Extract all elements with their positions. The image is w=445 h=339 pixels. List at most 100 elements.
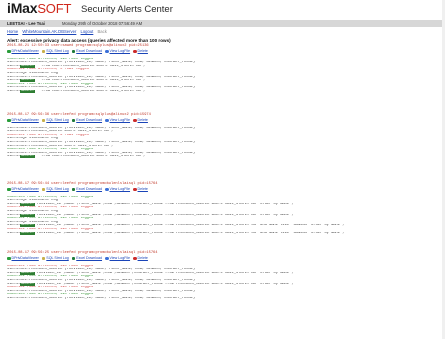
view-logfile-button[interactable]: View LogFile	[105, 186, 131, 192]
sql-keyword-highlight: SELECT	[20, 89, 35, 93]
log-line-text: * from HNO.PROVIDER_MASTER where MAIL_ST…	[34, 155, 146, 159]
log-line: SID=1=SELECT * from HNO.PROVIDER_MASTER …	[7, 89, 443, 94]
alert-entry: 2015-08-21 12:50:33 user=sawed program=s…	[7, 44, 443, 114]
dl-icon	[7, 118, 11, 123]
sql-icon	[41, 118, 46, 123]
alert-entry: 2015-08-17 09:56:44 user=leefed program=…	[7, 182, 443, 252]
app-header: iMaxSOFT Security Alerts Center	[0, 0, 445, 20]
download-button[interactable]: DPrivDataViewer	[7, 117, 39, 123]
sql-log-button-label: SQL Stmt Log	[46, 186, 69, 191]
view-icon	[105, 118, 109, 123]
xl-icon	[71, 256, 76, 261]
nav-bar: Home WhiteMountain.AK.DBServer Logout Ba…	[0, 28, 445, 35]
log-line-prefix: SID=1=	[7, 282, 21, 286]
nav-logout-link[interactable]: Logout	[81, 29, 94, 34]
view-icon	[105, 49, 109, 54]
excel-download-button-label: Excel Download	[76, 48, 103, 53]
log-line-text: PROVIDER_ID ,NAME ,FIRST_NAME ,DOB ,GEND…	[34, 231, 345, 235]
log-line: SID=1=SELECT * from HNO.PROVIDER_MASTER …	[7, 155, 443, 159]
excel-download-button-label: Excel Download	[76, 255, 103, 260]
download-button-label: DPrivDataViewer	[11, 255, 39, 260]
excel-download-button[interactable]: Excel Download	[71, 186, 103, 192]
app-title: Security Alerts Center	[81, 4, 173, 15]
xl-icon	[71, 118, 76, 123]
dl-icon	[7, 187, 11, 192]
log-line: SID=1=SELECT PROVIDER_ID ,NAME ,FIRST_NA…	[7, 231, 443, 236]
alert-entry: 2015-08-17 09:56:25 user=leefed program=…	[7, 251, 443, 321]
log-line-prefix: SID=1=	[7, 271, 21, 275]
excel-download-button[interactable]: Excel Download	[71, 255, 103, 261]
del-icon	[133, 118, 137, 123]
download-button[interactable]: DPrivDataViewer	[7, 255, 39, 261]
del-icon	[133, 187, 137, 192]
dl-icon	[7, 49, 11, 54]
view-logfile-button[interactable]: View LogFile	[105, 48, 131, 54]
log-line-text: * from HNO.PROVIDER_MASTER where MAIL_ST…	[34, 64, 146, 68]
sql-log-button[interactable]: SQL Stmt Log	[41, 255, 69, 261]
sql-keyword-highlight: SELECT	[20, 224, 35, 228]
log-line-prefix: SID=1=	[7, 64, 21, 68]
view-logfile-button-label: View LogFile	[109, 255, 131, 260]
delete-button-label: Delete	[137, 48, 148, 53]
download-button-label: DPrivDataViewer	[11, 48, 39, 53]
sql-keyword-highlight: SELECT	[20, 271, 35, 275]
excel-download-button[interactable]: Excel Download	[71, 117, 103, 123]
sql-keyword-highlight: SELECT	[20, 202, 35, 206]
log-line-prefix: SID=1=	[7, 224, 21, 228]
delete-button-label: Delete	[137, 255, 148, 260]
log-line-prefix: SID=1=	[7, 79, 21, 83]
excel-download-button[interactable]: Excel Download	[71, 48, 103, 54]
delete-button[interactable]: Delete	[133, 255, 148, 261]
log-line-text: PROVIDER_ID ,NAME ,FIRST_NAME ,DOB ,GEND…	[34, 202, 294, 206]
sql-keyword-highlight: SELECT	[20, 79, 35, 83]
delete-button[interactable]: Delete	[133, 48, 148, 54]
log-line-text: PROVIDER_ID ,NAME ,FIRST_NAME ,DOB ,GEND…	[34, 271, 294, 275]
view-logfile-button-label: View LogFile	[109, 117, 131, 122]
log-line-text: PROVIDER_ID ,NAME ,FIRST_NAME ,DOB ,GEND…	[34, 282, 294, 286]
dl-icon	[7, 256, 11, 261]
download-button[interactable]: DPrivDataViewer	[7, 48, 39, 54]
sql-keyword-highlight: SELECT	[20, 213, 35, 217]
sql-keyword-highlight: SELECT	[20, 282, 35, 286]
view-logfile-button[interactable]: View LogFile	[105, 255, 131, 261]
nav-home-link[interactable]: Home	[7, 29, 18, 34]
sql-log-button-label: SQL Stmt Log	[46, 255, 69, 260]
delete-button[interactable]: Delete	[133, 186, 148, 192]
view-logfile-button-label: View LogFile	[109, 48, 131, 53]
sql-log-button[interactable]: SQL Stmt Log	[41, 49, 69, 54]
nav-server-link[interactable]: WhiteMountain.AK.DBServer	[22, 29, 76, 34]
view-icon	[105, 187, 109, 192]
excel-download-button-label: Excel Download	[76, 117, 103, 122]
alert-entry: 2015-08-17 09:56:36 user=leefed program=…	[7, 113, 443, 183]
view-logfile-button-label: View LogFile	[109, 186, 131, 191]
delete-button[interactable]: Delete	[133, 117, 148, 123]
sql-keyword-highlight: SELECT	[20, 64, 35, 68]
sql-icon	[41, 256, 46, 261]
log-line-text: PROVIDER_ID ,NAME ,FIRST_NAME ,DOB ,GEND…	[34, 213, 294, 217]
download-button-label: DPrivDataViewer	[11, 186, 39, 191]
delete-button-label: Delete	[137, 117, 148, 122]
sql-log-button[interactable]: SQL Stmt Log	[41, 117, 69, 123]
download-button-label: DPrivDataViewer	[11, 117, 39, 122]
excel-download-button-label: Excel Download	[76, 186, 103, 191]
view-logfile-button[interactable]: View LogFile	[105, 117, 131, 123]
alert-title: Alert: excessive privacy data access (qu…	[7, 38, 171, 43]
imaxsoft-logo: iMaxSOFT	[7, 0, 72, 16]
log-line-text: PROVIDER_ID ,NAME ,FIRST_NAME ,DOB ,GEND…	[34, 224, 345, 228]
alert-log-list: 2015-08-21 12:50:33 user=sawed program=s…	[7, 44, 443, 321]
nav-back-link[interactable]: Back	[98, 29, 107, 34]
user-bar: LEETSAI - Lee Tsai Monday 29th of Octobe…	[0, 20, 445, 27]
log-line-prefix: SID=1=	[7, 231, 21, 235]
current-datetime: Monday 29th of October 2018 07:56:49 AM	[62, 21, 143, 26]
download-button[interactable]: DPrivDataViewer	[7, 186, 39, 192]
sql-log-button-label: SQL Stmt Log	[46, 117, 69, 122]
sql-log-button[interactable]: SQL Stmt Log	[41, 186, 69, 192]
log-line-prefix: SID=1=	[7, 202, 21, 206]
delete-button-label: Delete	[137, 186, 148, 191]
view-icon	[105, 256, 109, 261]
log-line-prefix: SID=1=	[7, 89, 21, 93]
log-line-prefix: SID=1=	[7, 155, 21, 159]
log-line-text: * from HNO.PROVIDER_MASTER where MAIL_ST…	[34, 89, 146, 93]
del-icon	[133, 256, 137, 261]
sql-keyword-highlight: SELECT	[20, 155, 35, 159]
